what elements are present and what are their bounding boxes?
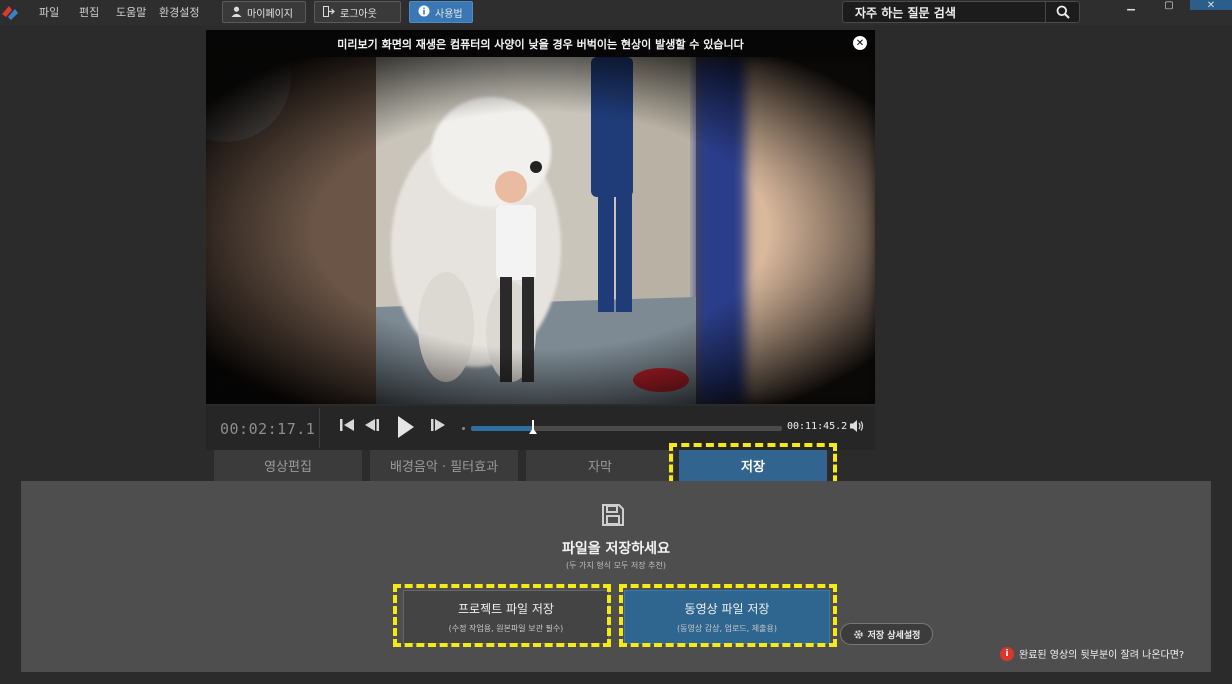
mypage-label: 마이페이지	[247, 8, 293, 20]
tab-music-filter[interactable]: 배경음악 · 필터효과	[370, 450, 518, 481]
manual-label: 사용법	[435, 8, 463, 20]
project-save-label: 프로젝트 파일 저장	[458, 602, 554, 616]
playback-bar: 00:02:17.1 00:11:45.2	[206, 406, 875, 450]
play-button[interactable]	[397, 415, 415, 446]
faq-search[interactable]: 자주 하는 질문 검색	[842, 1, 1080, 23]
playbar-divider	[319, 408, 320, 448]
info-icon	[418, 5, 430, 19]
save-detail-settings-label: 저장 상세설정	[867, 630, 921, 641]
close-notice-button[interactable]: ✕	[853, 36, 867, 50]
step-forward-icon	[431, 419, 445, 431]
skip-start-icon	[340, 419, 354, 431]
user-icon	[231, 6, 242, 19]
video-preview: 미리보기 화면의 재생은 컴퓨터의 사양이 낮을 경우 버벅이는 현상이 발생할…	[206, 30, 875, 404]
total-duration: 00:11:45.2	[787, 421, 848, 432]
app-logo-icon	[2, 6, 18, 20]
volume-icon	[850, 420, 864, 432]
menu-edit[interactable]: 편집	[79, 4, 99, 20]
current-time: 00:02:17.1	[220, 420, 316, 438]
mypage-button[interactable]: 마이페이지	[222, 1, 306, 23]
menu-file[interactable]: 파일	[39, 4, 59, 20]
menu-settings[interactable]: 환경설정	[159, 4, 199, 20]
project-save-button[interactable]: 프로젝트 파일 저장 (수정 작업용, 원본파일 보관 필수)	[403, 590, 609, 644]
project-save-note: (수정 작업용, 원본파일 보관 필수)	[448, 624, 564, 633]
video-save-note: (동영상 감상, 업로드, 제출용)	[677, 624, 777, 633]
close-icon: ✕	[1206, 0, 1216, 11]
tab-video-edit[interactable]: 영상편집	[214, 450, 362, 481]
tab-subtitle[interactable]: 자막	[526, 450, 674, 481]
logout-icon	[323, 5, 335, 19]
manual-button[interactable]: 사용법	[409, 1, 473, 23]
tab-save[interactable]: 저장	[679, 450, 827, 481]
video-frame	[206, 57, 875, 404]
search-icon	[1056, 5, 1070, 19]
playbar-dot	[462, 427, 465, 430]
save-panel: 파일을 저장하세요 (두 가지 형식 모두 저장 추천) 프로젝트 파일 저장 …	[21, 481, 1211, 672]
help-link-text: 완료된 영상의 뒷부분이 잘려 나온다면?	[1019, 650, 1185, 661]
progress-fill	[471, 426, 534, 431]
floppy-disk-icon	[602, 504, 624, 526]
info-badge-icon: i	[1000, 646, 1014, 661]
top-bar: 파일 편집 도움말 환경설정 마이페이지 로그아웃 사용법 자주 하는 질문 검…	[0, 0, 1232, 25]
skip-to-start-button[interactable]	[339, 418, 355, 439]
minimize-button[interactable]: ▁	[1114, 0, 1148, 11]
gear-icon	[853, 629, 863, 639]
save-detail-settings-button[interactable]: 저장 상세설정	[840, 623, 933, 645]
truncated-video-help-link[interactable]: i 완료된 영상의 뒷부분이 잘려 나온다면?	[1000, 646, 1184, 661]
close-window-button[interactable]: ✕	[1190, 0, 1232, 11]
maximize-icon: ▢	[1164, 0, 1174, 11]
play-icon	[398, 416, 414, 438]
tab-video-edit-label: 영상편집	[264, 460, 312, 475]
progress-slider[interactable]	[471, 420, 782, 434]
logout-button[interactable]: 로그아웃	[314, 1, 401, 23]
save-title: 파일을 저장하세요	[562, 541, 670, 557]
preview-notice: 미리보기 화면의 재생은 컴퓨터의 사양이 낮을 경우 버벅이는 현상이 발생할…	[206, 30, 875, 57]
tab-subtitle-label: 자막	[588, 460, 612, 475]
logout-label: 로그아웃	[340, 8, 377, 20]
tab-music-filter-label: 배경음악 · 필터효과	[389, 460, 499, 475]
menu-help[interactable]: 도움말	[116, 4, 146, 20]
preview-notice-text: 미리보기 화면의 재생은 컴퓨터의 사양이 낮을 경우 버벅이는 현상이 발생할…	[337, 37, 744, 51]
minimize-icon: ▁	[1127, 0, 1135, 11]
step-back-button[interactable]	[364, 418, 380, 439]
volume-button[interactable]	[849, 419, 865, 437]
step-forward-button[interactable]	[430, 418, 446, 439]
video-save-button[interactable]: 동영상 파일 저장 (동영상 감상, 업로드, 제출용)	[624, 590, 830, 644]
save-subtitle: (두 가지 형식 모두 저장 추천)	[566, 561, 666, 570]
search-input[interactable]: 자주 하는 질문 검색	[843, 4, 1045, 21]
tab-save-label: 저장	[741, 460, 765, 475]
step-back-icon	[365, 419, 379, 431]
progress-knob[interactable]	[529, 420, 538, 434]
video-save-label: 동영상 파일 저장	[684, 602, 770, 616]
maximize-button[interactable]: ▢	[1152, 0, 1186, 11]
search-button[interactable]	[1045, 2, 1079, 22]
